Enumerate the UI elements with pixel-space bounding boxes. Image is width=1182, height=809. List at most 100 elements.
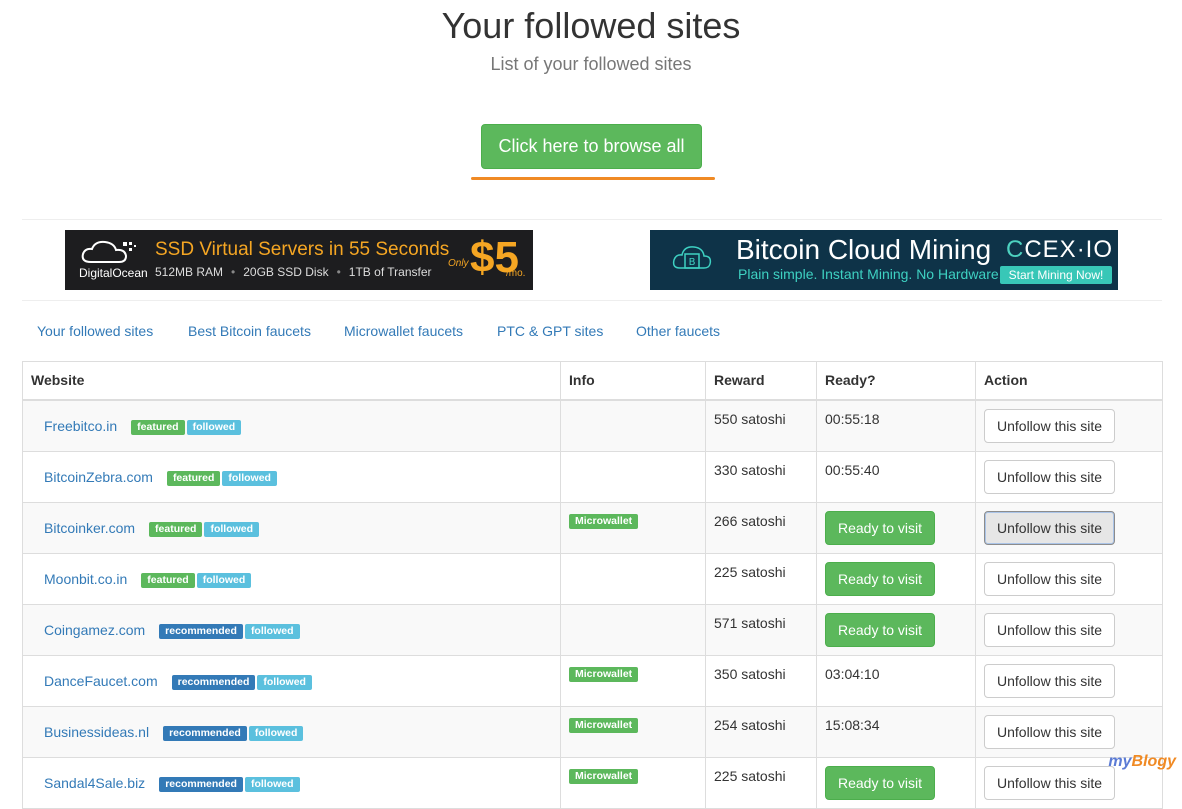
tab-followed-sites[interactable]: Your followed sites bbox=[37, 314, 153, 348]
countdown-timer: 03:04:10 bbox=[825, 665, 880, 682]
column-header-reward: Reward bbox=[705, 361, 817, 401]
followed-badge: followed bbox=[204, 521, 260, 537]
site-link[interactable]: Coingamez.com bbox=[44, 622, 145, 638]
countdown-timer: 15:08:34 bbox=[825, 716, 880, 733]
action-cell: Unfollow this site bbox=[975, 603, 1163, 656]
divider bbox=[22, 300, 1162, 301]
followed-badge: followed bbox=[244, 623, 300, 639]
website-cell: Moonbit.co.in featured followed bbox=[22, 552, 561, 605]
tab-microwallet-faucets[interactable]: Microwallet faucets bbox=[344, 314, 463, 348]
button-underline-accent bbox=[471, 177, 715, 180]
ready-cell: Ready to visit bbox=[816, 501, 976, 554]
unfollow-button[interactable]: Unfollow this site bbox=[984, 561, 1116, 596]
unfollow-button[interactable]: Unfollow this site bbox=[984, 510, 1116, 545]
followed-badge: followed bbox=[186, 419, 242, 435]
table-row: Moonbit.co.in featured followed 225 satoshi… bbox=[22, 552, 1163, 605]
microwallet-badge: Microwallet bbox=[569, 717, 639, 733]
info-cell bbox=[560, 552, 706, 605]
unfollow-button[interactable]: Unfollow this site bbox=[984, 459, 1116, 494]
site-link[interactable]: DanceFaucet.com bbox=[44, 673, 158, 689]
ad-spec: 20GB SSD Disk bbox=[243, 265, 329, 279]
action-cell: Unfollow this site bbox=[975, 450, 1163, 503]
column-header-action: Action bbox=[975, 361, 1163, 401]
countdown-timer: 00:55:40 bbox=[825, 461, 880, 478]
ad-tagline: Plain simple. Instant Mining. No Hardwar… bbox=[738, 266, 1003, 282]
ad-spec: 512MB RAM bbox=[155, 265, 224, 279]
column-header-website: Website bbox=[22, 361, 561, 401]
info-cell bbox=[560, 603, 706, 656]
start-mining-button[interactable]: Start Mining Now! bbox=[1000, 266, 1112, 284]
unfollow-button[interactable]: Unfollow this site bbox=[984, 765, 1116, 800]
ready-to-visit-button[interactable]: Ready to visit bbox=[825, 612, 936, 647]
website-cell: Businessideas.nl recommended followed bbox=[22, 705, 561, 758]
bitcoin-chip-icon: B bbox=[672, 246, 712, 269]
recommended-badge: recommended bbox=[163, 725, 247, 741]
cex-logo-mark: C bbox=[1006, 236, 1025, 263]
ready-cell: 00:55:40 bbox=[816, 450, 976, 503]
page-title: Your followed sites bbox=[441, 5, 741, 46]
column-header-ready: Ready? bbox=[816, 361, 976, 401]
action-cell: Unfollow this site bbox=[975, 399, 1163, 452]
reward-cell: 225 satoshi bbox=[705, 552, 817, 605]
digitalocean-brand: DigitalOcean bbox=[79, 266, 148, 280]
unfollow-button[interactable]: Unfollow this site bbox=[984, 714, 1116, 749]
microwallet-badge: Microwallet bbox=[569, 768, 639, 784]
watermark-pre: my bbox=[1108, 753, 1132, 770]
ad-headline: Bitcoin Cloud Mining bbox=[736, 234, 992, 265]
ready-to-visit-button[interactable]: Ready to visit bbox=[825, 510, 936, 545]
action-cell: Unfollow this site bbox=[975, 501, 1163, 554]
info-cell: Microwallet bbox=[560, 756, 706, 809]
ready-to-visit-button[interactable]: Ready to visit bbox=[825, 765, 936, 800]
site-link[interactable]: Businessideas.nl bbox=[44, 724, 149, 740]
website-cell: Freebitco.in featured followed bbox=[22, 399, 561, 452]
website-cell: Bitcoinker.com featured followed bbox=[22, 501, 561, 554]
followed-badge: followed bbox=[257, 674, 312, 690]
reward-cell: 225 satoshi bbox=[705, 756, 817, 809]
tab-ptc-gpt-sites[interactable]: PTC & GPT sites bbox=[497, 314, 603, 348]
cex-ad-banner[interactable]: B Bitcoin Cloud Mining CCEX·IO Plain sim… bbox=[650, 230, 1118, 290]
watermark-post: Blogy bbox=[1131, 753, 1176, 770]
ready-cell: 00:55:18 bbox=[816, 399, 976, 452]
site-link[interactable]: Sandal4Sale.biz bbox=[44, 775, 145, 791]
site-link[interactable]: Moonbit.co.in bbox=[44, 571, 127, 587]
unfollow-button[interactable]: Unfollow this site bbox=[984, 408, 1116, 443]
cex-logo-text: CEX·IO bbox=[1024, 236, 1114, 263]
ready-cell: Ready to visit bbox=[816, 552, 976, 605]
unfollow-button[interactable]: Unfollow this site bbox=[984, 612, 1116, 647]
site-link[interactable]: Bitcoinker.com bbox=[44, 520, 135, 536]
myblogy-watermark: myBlogy bbox=[1108, 753, 1176, 771]
table-row: DanceFaucet.com recommended followed Microw… bbox=[22, 654, 1163, 707]
reward-cell: 571 satoshi bbox=[705, 603, 817, 656]
action-cell: Unfollow this site bbox=[975, 552, 1163, 605]
microwallet-badge: Microwallet bbox=[569, 513, 639, 529]
reward-cell: 550 satoshi bbox=[705, 399, 817, 452]
recommended-badge: recommended bbox=[171, 674, 256, 690]
followed-badge: followed bbox=[248, 725, 304, 741]
table-row: Sandal4Sale.biz recommended followed Microw… bbox=[22, 756, 1163, 809]
tab-other-faucets[interactable]: Other faucets bbox=[636, 314, 720, 348]
microwallet-badge: Microwallet bbox=[569, 666, 639, 682]
table-row: Freebitco.in featured followed 550 satoshi 0… bbox=[22, 399, 1163, 452]
table-row: Coingamez.com recommended followed 571 sato… bbox=[22, 603, 1163, 656]
info-cell: Microwallet bbox=[560, 705, 706, 758]
svg-text:B: B bbox=[689, 257, 696, 268]
digitalocean-ad-banner[interactable]: DigitalOcean SSD Virtual Servers in 55 S… bbox=[65, 230, 533, 290]
browse-all-button[interactable]: Click here to browse all bbox=[481, 124, 702, 169]
info-cell: Microwallet bbox=[560, 501, 706, 554]
ad-headline: SSD Virtual Servers in 55 Seconds bbox=[155, 239, 450, 260]
ready-to-visit-button[interactable]: Ready to visit bbox=[825, 561, 936, 596]
site-link[interactable]: Freebitco.in bbox=[44, 418, 117, 434]
ad-specs: 512MB RAM • 20GB SSD Disk • 1TB of Transfer bbox=[155, 265, 432, 279]
ad-price-period: /mo. bbox=[506, 268, 526, 279]
featured-badge: featured bbox=[141, 572, 195, 588]
unfollow-button[interactable]: Unfollow this site bbox=[984, 663, 1116, 698]
website-cell: BitcoinZebra.com featured followed bbox=[22, 450, 561, 503]
tab-best-bitcoin-faucets[interactable]: Best Bitcoin faucets bbox=[188, 314, 311, 348]
action-cell: Unfollow this site bbox=[975, 654, 1163, 707]
featured-badge: featured bbox=[131, 419, 185, 435]
table-header-row: Website Info Reward Ready? Action bbox=[22, 361, 1163, 401]
cex-logo: CCEX·IO bbox=[1006, 236, 1113, 264]
site-link[interactable]: BitcoinZebra.com bbox=[44, 469, 153, 485]
info-cell bbox=[560, 450, 706, 503]
ready-cell: Ready to visit bbox=[816, 756, 976, 809]
